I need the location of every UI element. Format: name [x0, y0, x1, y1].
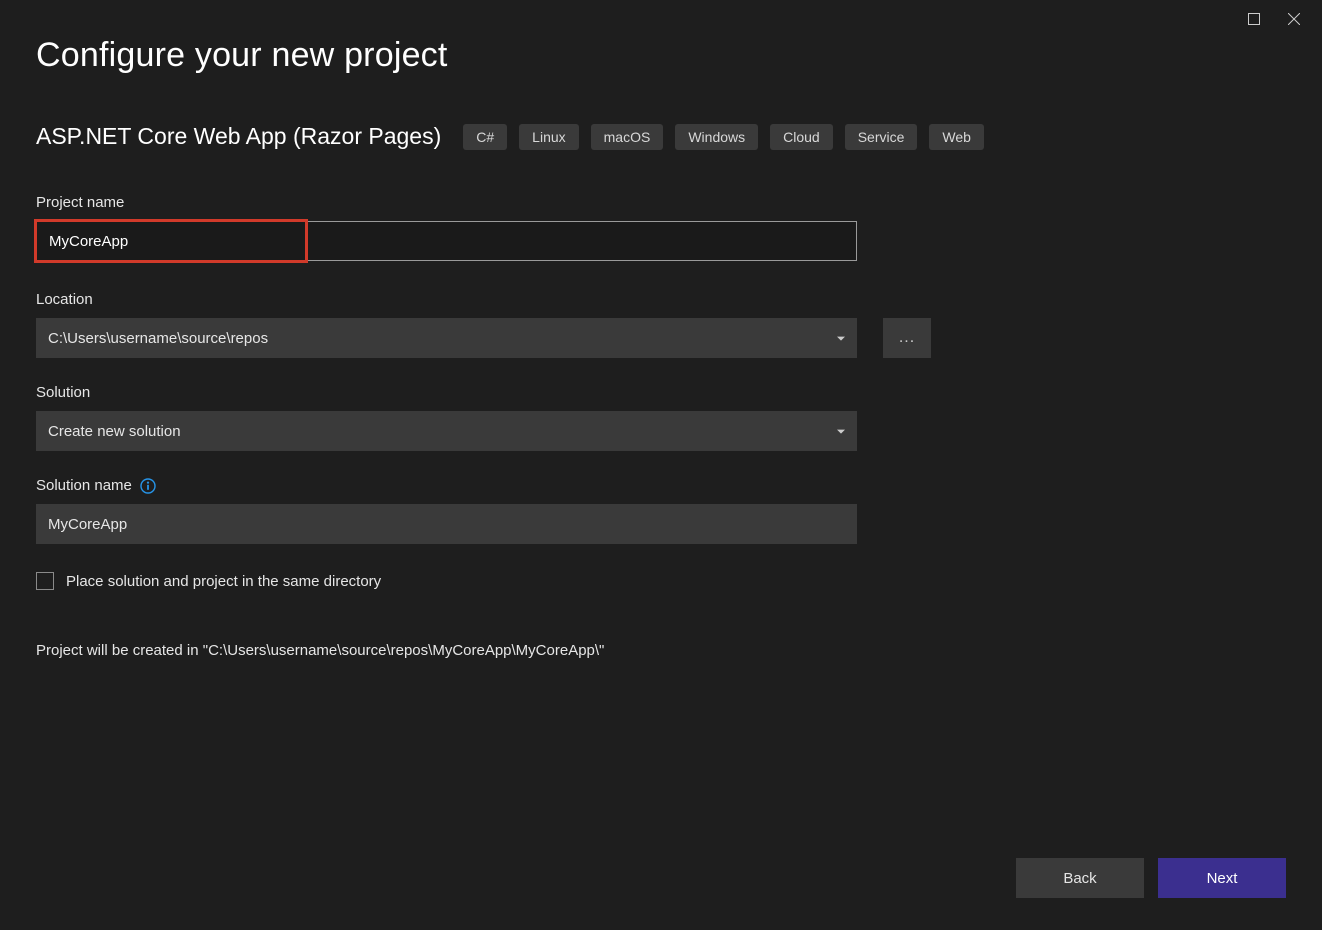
tag-macos: macOS	[591, 124, 664, 150]
solution-dropdown[interactable]: Create new solution	[36, 411, 857, 451]
same-directory-checkbox[interactable]	[36, 572, 54, 590]
tag-cloud: Cloud	[770, 124, 833, 150]
same-directory-label: Place solution and project in the same d…	[66, 573, 381, 590]
location-label: Location	[36, 291, 1286, 308]
solution-name-input[interactable]	[36, 504, 857, 544]
back-button[interactable]: Back	[1016, 858, 1144, 898]
project-path-summary: Project will be created in "C:\Users\use…	[36, 642, 1286, 659]
tag-windows: Windows	[675, 124, 758, 150]
close-icon[interactable]	[1288, 12, 1300, 28]
page-title: Configure your new project	[36, 36, 1286, 75]
info-icon[interactable]	[140, 478, 156, 494]
tag-web: Web	[929, 124, 984, 150]
project-name-input[interactable]	[36, 221, 857, 261]
next-button[interactable]: Next	[1158, 858, 1286, 898]
tag-linux: Linux	[519, 124, 578, 150]
project-name-label: Project name	[36, 194, 1286, 211]
template-name: ASP.NET Core Web App (Razor Pages)	[36, 123, 441, 150]
template-tags: C# Linux macOS Windows Cloud Service Web	[463, 124, 984, 150]
tag-csharp: C#	[463, 124, 507, 150]
solution-name-label: Solution name	[36, 477, 132, 494]
location-dropdown[interactable]: C:\Users\username\source\repos	[36, 318, 857, 358]
maximize-icon[interactable]	[1248, 12, 1260, 28]
tag-service: Service	[845, 124, 918, 150]
solution-label: Solution	[36, 384, 1286, 401]
browse-button[interactable]: ...	[883, 318, 931, 358]
